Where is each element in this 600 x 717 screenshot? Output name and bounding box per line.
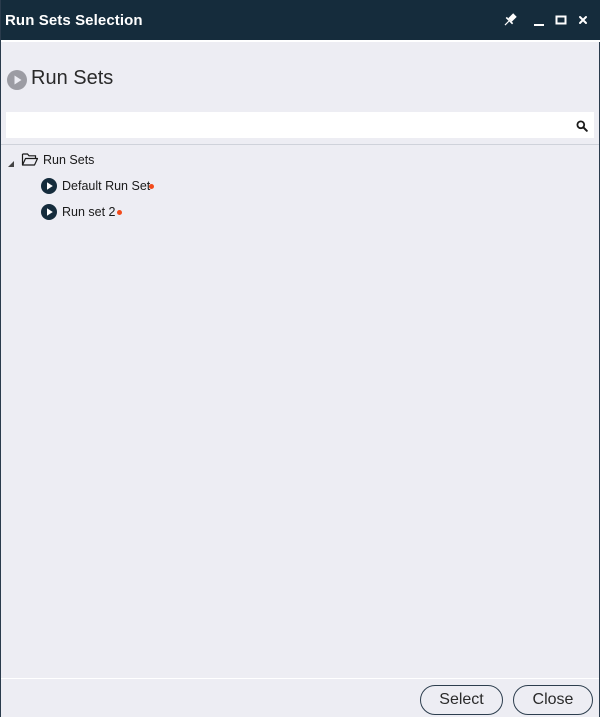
expanded-triangle-icon[interactable] [7,155,15,167]
page-title: Run Sets [31,67,114,89]
window-title: Run Sets Selection [5,12,143,29]
search-input[interactable] [6,112,566,138]
modified-indicator-dot [149,184,154,189]
tree-item-run-set-2[interactable]: Run set 2 [41,202,241,222]
tree-item-label: Run set 2 [62,205,116,219]
tree-item-label: Default Run Set [62,179,151,193]
search-icon[interactable] [576,119,588,132]
tree-node-run-sets[interactable]: Run Sets [1,150,301,170]
tree-node-label: Run Sets [43,153,95,167]
run-sets-selection-window: Run Sets Selection Run Sets Run Sets Def… [0,0,600,717]
run-icon [41,204,57,220]
tree-item-default-run-set[interactable]: Default Run Set [41,176,241,196]
search-box[interactable] [6,112,594,138]
title-bar[interactable]: Run Sets Selection [1,0,600,42]
select-button[interactable]: Select [420,685,503,715]
run-icon [41,178,57,194]
pin-icon[interactable] [501,11,519,29]
footer-divider [1,678,599,679]
divider [1,144,599,145]
modified-indicator-dot [117,210,122,215]
minimize-icon[interactable] [530,11,548,29]
maximize-icon[interactable] [552,11,570,29]
close-icon[interactable] [574,11,592,29]
play-circle-icon [7,70,27,90]
close-button[interactable]: Close [513,685,593,715]
folder-open-icon [21,152,39,167]
